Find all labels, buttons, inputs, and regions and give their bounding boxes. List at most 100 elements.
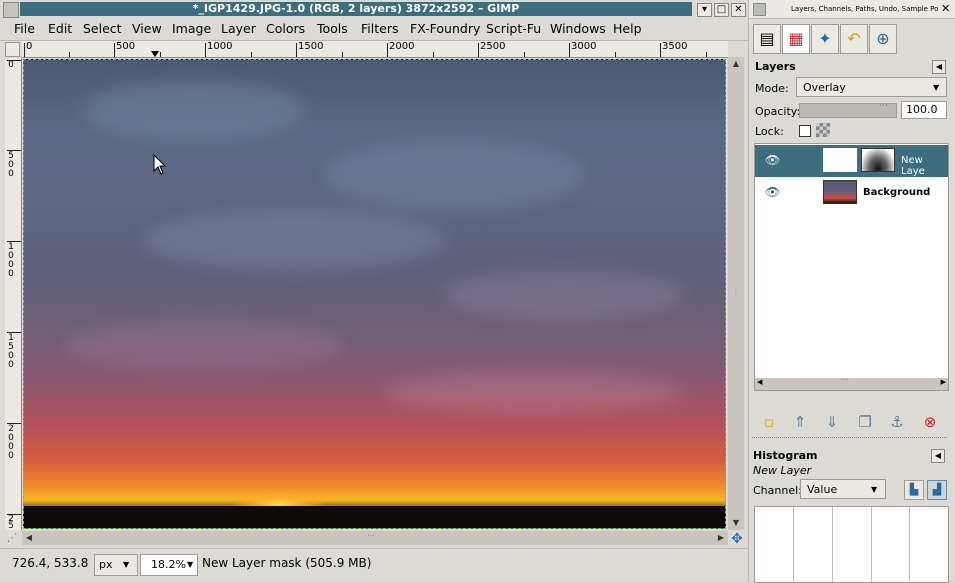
zoom-select[interactable]: 18.2% ▼ bbox=[140, 554, 198, 576]
horizontal-scrollbar[interactable]: ◀ ⋯ ▶ bbox=[22, 531, 728, 545]
pointer-coords: 726.4, 533.8 bbox=[12, 556, 89, 570]
mask-thumbnail[interactable] bbox=[861, 148, 895, 172]
window-menu-icon[interactable] bbox=[3, 2, 19, 18]
chevron-down-icon: ▼ bbox=[123, 560, 130, 569]
menu-tools[interactable]: Tools bbox=[317, 21, 348, 36]
lower-layer-icon[interactable]: ⇓ bbox=[822, 412, 842, 432]
anchor-layer-icon[interactable]: ⚓ bbox=[887, 412, 907, 432]
layers-list[interactable]: 👁 New Laye 👁 Background ◀ ⋯ ▶ bbox=[754, 143, 949, 391]
duplicate-layer-icon[interactable]: ❐ bbox=[855, 412, 875, 432]
dock-menu-icon[interactable] bbox=[753, 3, 766, 16]
mode-select[interactable]: Overlay ▼ bbox=[796, 77, 947, 97]
chevron-down-icon: ▼ bbox=[933, 83, 940, 92]
panel-menu-icon[interactable]: ◀ bbox=[931, 449, 945, 463]
menu-file[interactable]: File bbox=[14, 21, 35, 36]
ruler-label: 1500 bbox=[298, 41, 324, 52]
layers-panel-header: Layers bbox=[755, 60, 796, 73]
tab-layers-icon[interactable]: ▤ bbox=[753, 24, 781, 54]
tab-sample-points-icon[interactable]: ⊕ bbox=[869, 24, 897, 54]
ruler-label: 2500 bbox=[480, 41, 506, 52]
window-title: *_IGP1429.JPG-1.0 (RGB, 2 layers) 3872x2… bbox=[20, 2, 692, 16]
tab-channels-icon[interactable]: ▦ bbox=[782, 24, 810, 54]
close-button[interactable]: ✕ bbox=[731, 3, 746, 17]
layer-row-background[interactable]: 👁 Background bbox=[755, 177, 948, 209]
delete-layer-icon[interactable]: ⊗ bbox=[920, 412, 940, 432]
channel-label: Channel: bbox=[753, 484, 802, 497]
ruler-label: 1000 bbox=[207, 41, 233, 52]
ruler-label: 0 bbox=[8, 60, 14, 70]
ruler-label: 0 bbox=[8, 269, 14, 279]
menu-filters[interactable]: Filters bbox=[361, 21, 398, 36]
quick-mask-toggle-icon[interactable]: ⋰ bbox=[5, 531, 19, 545]
ruler-label: 0 bbox=[8, 360, 14, 370]
histogram-view[interactable] bbox=[754, 506, 949, 583]
ruler-label: 5 bbox=[8, 521, 14, 531]
channel-select[interactable]: Value ▼ bbox=[800, 479, 886, 499]
menu-windows[interactable]: Windows bbox=[550, 21, 606, 36]
ruler-label: 0 bbox=[8, 169, 14, 179]
raise-layer-icon[interactable]: ⇑ bbox=[790, 412, 810, 432]
menu-view[interactable]: View bbox=[132, 21, 162, 36]
dock-close-button[interactable]: ✕ bbox=[941, 0, 950, 18]
tab-undo-icon[interactable]: ↶ bbox=[840, 24, 868, 54]
chevron-down-icon: ▼ bbox=[871, 485, 878, 494]
ruler-label: 3500 bbox=[662, 41, 688, 52]
image-window: *_IGP1429.JPG-1.0 (RGB, 2 layers) 3872x2… bbox=[0, 0, 748, 582]
layer-thumbnail bbox=[823, 180, 857, 204]
menu-layer[interactable]: Layer bbox=[221, 21, 256, 36]
vertical-ruler[interactable]: 0 5 0 0 1 0 0 0 1 5 0 0 2 0 0 0 2 5 bbox=[5, 58, 22, 530]
panel-menu-icon[interactable]: ◀ bbox=[932, 60, 946, 74]
menu-help[interactable]: Help bbox=[613, 21, 642, 36]
menu-edit[interactable]: Edit bbox=[48, 21, 72, 36]
new-layer-icon[interactable]: ▫ bbox=[759, 412, 779, 432]
opacity-label: Opacity: bbox=[755, 105, 801, 118]
menu-image[interactable]: Image bbox=[172, 21, 211, 36]
statusbar: 726.4, 533.8 px ▼ 18.2% ▼ New Layer mask… bbox=[0, 548, 748, 582]
scroll-up-arrow-icon[interactable]: ▲ bbox=[729, 57, 743, 71]
menubar: File Edit Select View Image Layer Colors… bbox=[0, 18, 748, 41]
tab-paths-icon[interactable]: ✦ bbox=[811, 24, 839, 54]
lock-label: Lock: bbox=[755, 125, 784, 138]
image-canvas[interactable] bbox=[23, 59, 726, 529]
linear-histogram-icon[interactable]: ▙ bbox=[904, 480, 924, 500]
scroll-right-arrow-icon[interactable]: ▶ bbox=[941, 378, 946, 386]
layer-name: Background bbox=[863, 187, 931, 198]
status-message: New Layer mask (505.9 MB) bbox=[202, 556, 372, 570]
menu-script-fu[interactable]: Script-Fu bbox=[486, 21, 541, 36]
eye-icon[interactable]: 👁 bbox=[765, 153, 780, 167]
layers-hscrollbar[interactable]: ◀ ⋯ ▶ bbox=[755, 375, 948, 390]
eye-icon[interactable]: 👁 bbox=[765, 185, 780, 199]
mode-label: Mode: bbox=[755, 82, 789, 95]
dock-title-bar: Layers, Channels, Paths, Undo, Sample Po… bbox=[749, 0, 955, 19]
lock-alpha-checkbox[interactable] bbox=[799, 125, 811, 137]
menu-fx-foundry[interactable]: FX-Foundry bbox=[410, 21, 480, 36]
scroll-left-arrow-icon[interactable]: ◀ bbox=[22, 531, 36, 545]
scroll-down-arrow-icon[interactable]: ▼ bbox=[729, 516, 743, 530]
unit-select[interactable]: px ▼ bbox=[94, 554, 138, 576]
maximize-button[interactable]: □ bbox=[714, 3, 729, 17]
navigate-icon[interactable]: ✥ bbox=[729, 531, 745, 547]
horizontal-ruler[interactable]: 0 500 1000 1500 2000 2500 3000 3500 bbox=[22, 41, 728, 58]
scroll-left-arrow-icon[interactable]: ◀ bbox=[757, 378, 762, 386]
chevron-down-icon: ▼ bbox=[187, 560, 194, 569]
layer-name: New Laye bbox=[901, 155, 925, 177]
histogram-panel-header: Histogram bbox=[753, 449, 818, 462]
ruler-label: 0 bbox=[26, 41, 33, 52]
ruler-label: 500 bbox=[116, 41, 136, 52]
opacity-spinbox[interactable]: 100.0 bbox=[901, 101, 947, 119]
layer-thumbnail bbox=[823, 148, 857, 172]
menu-select[interactable]: Select bbox=[83, 21, 122, 36]
layer-row-new-layer[interactable]: 👁 New Laye bbox=[755, 145, 948, 177]
log-histogram-icon[interactable]: ▟ bbox=[927, 480, 947, 500]
histogram-drawable-name: New Layer bbox=[753, 464, 812, 477]
minimize-button[interactable]: ▾ bbox=[697, 3, 712, 17]
horizon-silhouette bbox=[24, 506, 725, 528]
ruler-label: 0 bbox=[8, 451, 14, 461]
opacity-slider[interactable]: ⋯ bbox=[799, 101, 897, 118]
mouse-cursor-icon bbox=[153, 153, 167, 175]
vertical-scrollbar[interactable]: ▲ ⋮ ▼ bbox=[728, 57, 744, 530]
quick-mask-corner[interactable] bbox=[5, 42, 20, 57]
panel-separator[interactable] bbox=[752, 437, 947, 439]
menu-colors[interactable]: Colors bbox=[266, 21, 305, 36]
scroll-right-arrow-icon[interactable]: ▶ bbox=[714, 531, 728, 545]
